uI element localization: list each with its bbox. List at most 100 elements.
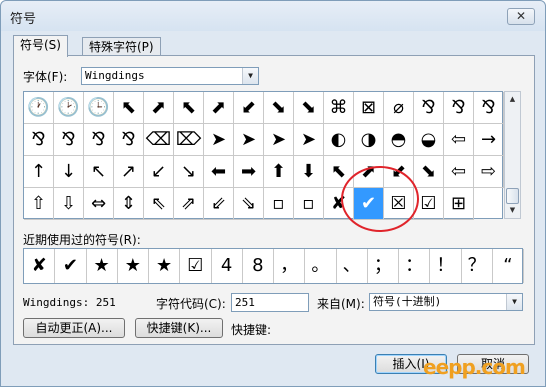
recent-symbol-cell[interactable]: 。	[305, 249, 337, 283]
symbol-cell[interactable]: ⌦	[174, 124, 204, 156]
symbol-cell[interactable]: ⬈	[144, 92, 174, 124]
symbol-cell[interactable]: ⇦	[444, 156, 474, 188]
symbol-cell[interactable]: ⇦	[444, 124, 474, 156]
chevron-down-icon[interactable]: ▼	[242, 68, 258, 84]
symbol-cell[interactable]: ↑	[24, 156, 54, 188]
recent-symbol-cell[interactable]: 4	[212, 249, 243, 283]
symbol-cell[interactable]: ⬇	[294, 156, 324, 188]
scroll-thumb[interactable]	[506, 188, 519, 204]
symbol-cell[interactable]: ⊠	[354, 92, 384, 124]
symbol-cell[interactable]: ↙	[144, 156, 174, 188]
recent-symbol-cell[interactable]: 、	[337, 249, 368, 283]
tab-symbols[interactable]: 符号(S)	[13, 35, 68, 57]
scroll-down-icon[interactable]: ▼	[505, 203, 520, 218]
symbol-cell[interactable]: 🕑	[54, 92, 84, 124]
scroll-up-icon[interactable]: ▲	[505, 92, 520, 107]
symbol-cell[interactable]: ⬆	[264, 156, 294, 188]
symbol-cell[interactable]: ◑	[354, 124, 384, 156]
symbol-cell[interactable]: ⇖	[144, 188, 174, 220]
symbol-cell[interactable]: ▫	[294, 188, 324, 220]
font-select[interactable]: Wingdings ▼	[81, 67, 259, 85]
recent-symbols[interactable]: ✘ ✔ ★ ★ ★ ☑ 4 8，。、；：！？ “	[23, 248, 524, 284]
symbol-grid-scrollbar[interactable]: ▲ ▼	[504, 91, 521, 219]
close-button[interactable]: ✕	[507, 8, 535, 25]
symbol-cell[interactable]: ⅋	[114, 124, 144, 156]
recent-symbol-cell[interactable]: ！	[430, 249, 462, 283]
autocorrect-button[interactable]: 自动更正(A)...	[23, 318, 125, 338]
symbol-dialog: 符号 ✕ 符号(S) 特殊字符(P) 字体(F): Wingdings ▼ 🕐 🕑…	[0, 0, 546, 387]
symbol-cell[interactable]: ➡	[234, 156, 264, 188]
symbol-cell[interactable]: ⇙	[204, 188, 234, 220]
recent-symbol-cell[interactable]: “	[493, 249, 524, 283]
char-code-input[interactable]: 251	[231, 293, 309, 312]
symbol-cell[interactable]: 🕒	[84, 92, 114, 124]
recent-symbol-cell[interactable]: ：	[399, 249, 431, 283]
symbol-cell[interactable]: ⬅	[204, 156, 234, 188]
symbol-cell[interactable]: ⅋	[24, 124, 54, 156]
symbol-cell[interactable]: ⅋	[414, 92, 444, 124]
chevron-down-icon[interactable]: ▼	[506, 294, 522, 310]
symbol-cell[interactable]: ⬉	[174, 92, 204, 124]
recent-symbol-cell[interactable]: ★	[87, 249, 118, 283]
symbol-cell[interactable]: ⇗	[174, 188, 204, 220]
recent-symbol-cell[interactable]: ，	[274, 249, 306, 283]
symbol-cell[interactable]: ⬋	[234, 92, 264, 124]
recent-symbol-cell[interactable]: ✔	[55, 249, 87, 283]
symbol-cell[interactable]: ⇔	[84, 188, 114, 220]
font-label: 字体(F):	[23, 70, 68, 84]
recent-symbol-cell[interactable]: ✘	[24, 249, 56, 283]
char-code-label: 字符代码(C):	[156, 297, 226, 311]
recent-symbol-cell[interactable]: ★	[149, 249, 181, 283]
symbol-cell[interactable]: ◓	[384, 124, 414, 156]
symbol-cell[interactable]: ⇘	[234, 188, 264, 220]
symbol-cell[interactable]: ⊞	[444, 188, 474, 220]
symbol-cell[interactable]: ⬊	[414, 156, 444, 188]
recent-symbol-cell[interactable]: ；	[368, 249, 399, 283]
symbol-cell[interactable]: ⅋	[444, 92, 474, 124]
from-select-value: 符号(十进制)	[373, 295, 442, 308]
from-label: 来自(M):	[317, 297, 365, 311]
symbol-cell[interactable]: ⇕	[114, 188, 144, 220]
symbol-cell[interactable]: ➤	[234, 124, 264, 156]
symbol-cell[interactable]: ↖	[84, 156, 114, 188]
symbol-cell[interactable]: ➤	[204, 124, 234, 156]
symbol-cell[interactable]: ▫	[264, 188, 294, 220]
title-bar: 符号 ✕	[1, 1, 545, 31]
symbol-cell[interactable]: ➤	[264, 124, 294, 156]
symbol-cell[interactable]: ➤	[294, 124, 324, 156]
symbol-cell[interactable]: ⬉	[114, 92, 144, 124]
symbol-cell[interactable]: ◐	[324, 124, 354, 156]
symbol-cell[interactable]: ⬈	[204, 92, 234, 124]
symbol-grid[interactable]: 🕐 🕑 🕒 ⬉ ⬈ ⬉ ⬈ ⬋ ⬊ ⬊ ⌘ ⊠ ⌀ ⅋ ⅋ ⅋ ⅋ ⅋ ⅋ ⅋ ⌫ ⌦ ➤ ➤ ➤ ➤ ◐ ◑ ◓ ◒ ⇦ → ↑ ↓ ↖ ↗ ↙ ↘ ⬅ ➡…	[23, 91, 504, 220]
symbol-cell[interactable]: ⌀	[384, 92, 414, 124]
symbol-cell[interactable]: ⇩	[54, 188, 84, 220]
symbol-cell[interactable]: ⅋	[474, 92, 504, 124]
watermark-logo: eepp.com	[423, 355, 526, 379]
shortcut-label: 快捷键:	[231, 323, 272, 337]
font-select-value: Wingdings	[85, 69, 145, 82]
symbol-cell[interactable]: →	[474, 124, 504, 156]
from-select[interactable]: 符号(十进制) ▼	[369, 293, 523, 311]
recent-symbol-cell[interactable]: ☑	[180, 249, 212, 283]
recent-symbol-cell[interactable]: ★	[118, 249, 149, 283]
symbol-cell[interactable]: ⅋	[84, 124, 114, 156]
symbol-cell[interactable]: ↘	[174, 156, 204, 188]
symbol-cell[interactable]: ⅋	[54, 124, 84, 156]
symbol-cell[interactable]: ⇨	[474, 156, 504, 188]
font-code-text: Wingdings: 251	[23, 296, 116, 309]
symbol-cell[interactable]: ↗	[114, 156, 144, 188]
recent-label: 近期使用过的符号(R):	[23, 233, 141, 247]
symbol-cell[interactable]: ⌫	[144, 124, 174, 156]
symbol-cell[interactable]: ⬊	[264, 92, 294, 124]
recent-symbol-cell[interactable]: ？	[462, 249, 493, 283]
symbol-cell[interactable]: ⇧	[24, 188, 54, 220]
symbol-cell[interactable]: 🕐	[24, 92, 54, 124]
tab-special-characters[interactable]: 特殊字符(P)	[82, 37, 161, 57]
symbol-cell[interactable]: ⬊	[294, 92, 324, 124]
symbol-cell[interactable]: ◒	[414, 124, 444, 156]
recent-symbol-cell[interactable]: 8	[243, 249, 274, 283]
symbol-cell[interactable]: ↓	[54, 156, 84, 188]
symbol-cell[interactable]: ⌘	[324, 92, 354, 124]
window-title: 符号	[10, 12, 37, 27]
shortcut-key-button[interactable]: 快捷键(K)...	[135, 318, 223, 338]
